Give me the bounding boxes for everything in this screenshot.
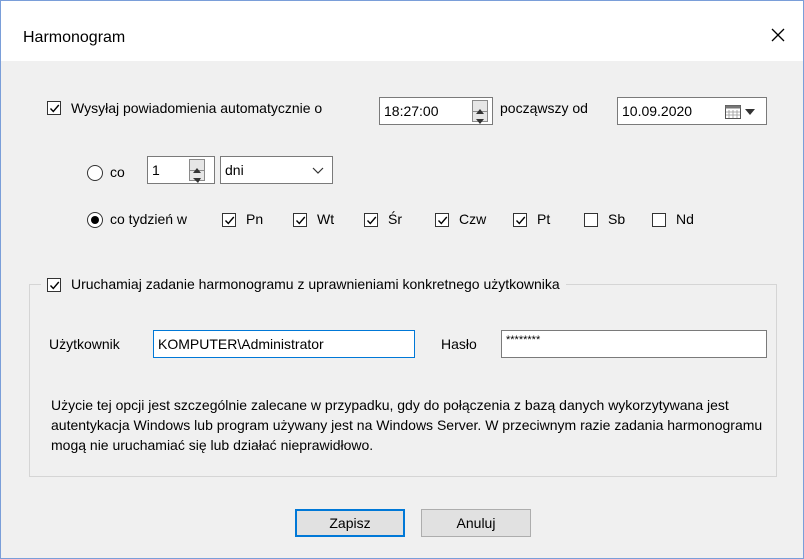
- auto-send-label: Wysyłaj powiadomienia automatycznie o: [71, 100, 323, 116]
- check-icon: [295, 216, 306, 225]
- calendar-icon: [725, 105, 741, 119]
- day-checkbox-pn[interactable]: [222, 213, 236, 227]
- day-label-pt: Pt: [537, 211, 551, 227]
- day-checkbox-nd[interactable]: [652, 213, 666, 227]
- day-label-nd: Nd: [676, 211, 694, 227]
- repeat-count-spinner[interactable]: [189, 159, 205, 183]
- check-icon: [437, 216, 448, 225]
- day-label-sr: Śr: [388, 211, 402, 227]
- time-spinner[interactable]: [472, 100, 488, 124]
- day-label-pn: Pn: [246, 211, 264, 227]
- save-button[interactable]: Zapisz: [295, 509, 405, 537]
- password-field[interactable]: ********: [501, 330, 767, 358]
- day-checkbox-czw[interactable]: [435, 213, 449, 227]
- close-button[interactable]: [753, 15, 803, 59]
- day-checkbox-pt[interactable]: [513, 213, 527, 227]
- dialog-window: Harmonogram Wysyłaj powiadomienia automa…: [0, 0, 804, 559]
- user-field[interactable]: KOMPUTER\Administrator: [153, 330, 415, 358]
- cancel-button[interactable]: Anuluj: [421, 509, 531, 537]
- day-label-czw: Czw: [459, 211, 487, 227]
- password-label: Hasło: [441, 336, 477, 352]
- run-as-description: Użycie tej opcji jest szczególnie zaleca…: [51, 397, 763, 453]
- window-title: Harmonogram: [23, 29, 126, 46]
- repeat-every-label: co: [110, 164, 125, 180]
- spin-down-icon[interactable]: [473, 111, 487, 124]
- chevron-down-icon: [745, 109, 755, 115]
- date-picker-button[interactable]: [725, 104, 763, 120]
- radio-selected-dot: [91, 216, 99, 224]
- check-icon: [366, 216, 377, 225]
- user-label: Użytkownik: [49, 336, 120, 352]
- repeat-unit-value: dni: [225, 162, 244, 178]
- chevron-down-icon: [312, 167, 324, 174]
- weekly-radio[interactable]: [87, 212, 103, 228]
- day-checkbox-sb[interactable]: [584, 213, 598, 227]
- spin-down-icon[interactable]: [190, 170, 204, 183]
- check-icon: [49, 104, 60, 113]
- day-label-sb: Sb: [608, 211, 626, 227]
- repeat-every-radio[interactable]: [87, 165, 103, 181]
- check-icon: [515, 216, 526, 225]
- title-bar: Harmonogram: [1, 1, 803, 61]
- day-checkbox-wt[interactable]: [293, 213, 307, 227]
- from-date-label: począwszy od: [500, 100, 588, 116]
- auto-send-checkbox[interactable]: [47, 101, 61, 115]
- run-as-label: Uruchamiaj zadanie harmonogramu z uprawn…: [71, 276, 560, 292]
- weekly-label: co tydzień w: [110, 211, 188, 227]
- run-as-header: Uruchamiaj zadanie harmonogramu z uprawn…: [41, 275, 566, 295]
- check-icon: [224, 216, 235, 225]
- day-label-wt: Wt: [317, 211, 335, 227]
- day-checkbox-sr[interactable]: [364, 213, 378, 227]
- repeat-unit-select[interactable]: dni: [220, 156, 333, 184]
- close-icon: [771, 28, 785, 42]
